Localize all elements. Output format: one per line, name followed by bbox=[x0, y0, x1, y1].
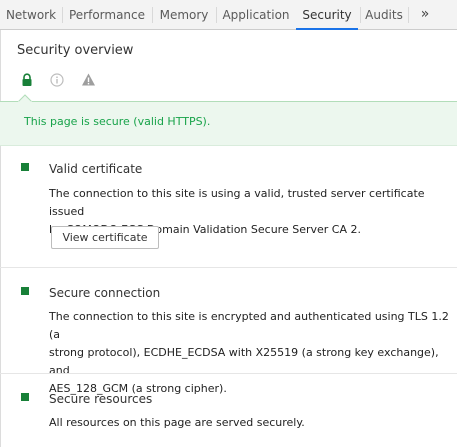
tab-application[interactable]: Application bbox=[220, 0, 292, 29]
secure-status-square bbox=[21, 287, 29, 295]
resources-title: Secure resources bbox=[49, 392, 153, 406]
panel-left-border bbox=[0, 30, 1, 447]
certificate-description-line: The connection to this site is using a v… bbox=[49, 187, 425, 218]
view-certificate-button[interactable]: View certificate bbox=[51, 226, 159, 249]
tab-network[interactable]: Network bbox=[4, 0, 58, 29]
tab-memory[interactable]: Memory bbox=[156, 0, 212, 29]
tab-divider bbox=[62, 7, 63, 23]
more-tabs-button[interactable]: » bbox=[415, 0, 435, 29]
secure-summary-text: This page is secure (valid HTTPS). bbox=[24, 115, 211, 128]
certificate-title: Valid certificate bbox=[49, 162, 143, 176]
tab-divider bbox=[408, 7, 409, 23]
connection-description-line: strong protocol), ECDHE_ECDSA with X2551… bbox=[49, 346, 439, 377]
panel-tab-bar: Network Performance Memory Application S… bbox=[0, 0, 457, 30]
resources-description-line: All resources on this page are served se… bbox=[49, 416, 305, 429]
section-divider bbox=[0, 373, 457, 374]
connection-description: The connection to this site is encrypted… bbox=[49, 308, 449, 398]
tab-performance[interactable]: Performance bbox=[66, 0, 148, 29]
tab-divider bbox=[152, 7, 153, 23]
info-icon bbox=[50, 73, 64, 87]
page-title: Security overview bbox=[17, 43, 134, 58]
connection-description-line: The connection to this site is encrypted… bbox=[49, 310, 449, 341]
tab-audits[interactable]: Audits bbox=[363, 0, 405, 29]
lock-icon bbox=[22, 73, 32, 86]
warning-icon bbox=[82, 73, 95, 86]
banner-pointer bbox=[18, 94, 32, 102]
secure-status-square bbox=[21, 393, 29, 401]
secure-status-square bbox=[21, 163, 29, 171]
resources-description: All resources on this page are served se… bbox=[49, 414, 449, 432]
tab-divider bbox=[216, 7, 217, 23]
tab-security[interactable]: Security bbox=[296, 0, 358, 30]
connection-title: Secure connection bbox=[49, 286, 161, 300]
section-divider bbox=[0, 267, 457, 268]
tab-divider bbox=[360, 7, 361, 23]
